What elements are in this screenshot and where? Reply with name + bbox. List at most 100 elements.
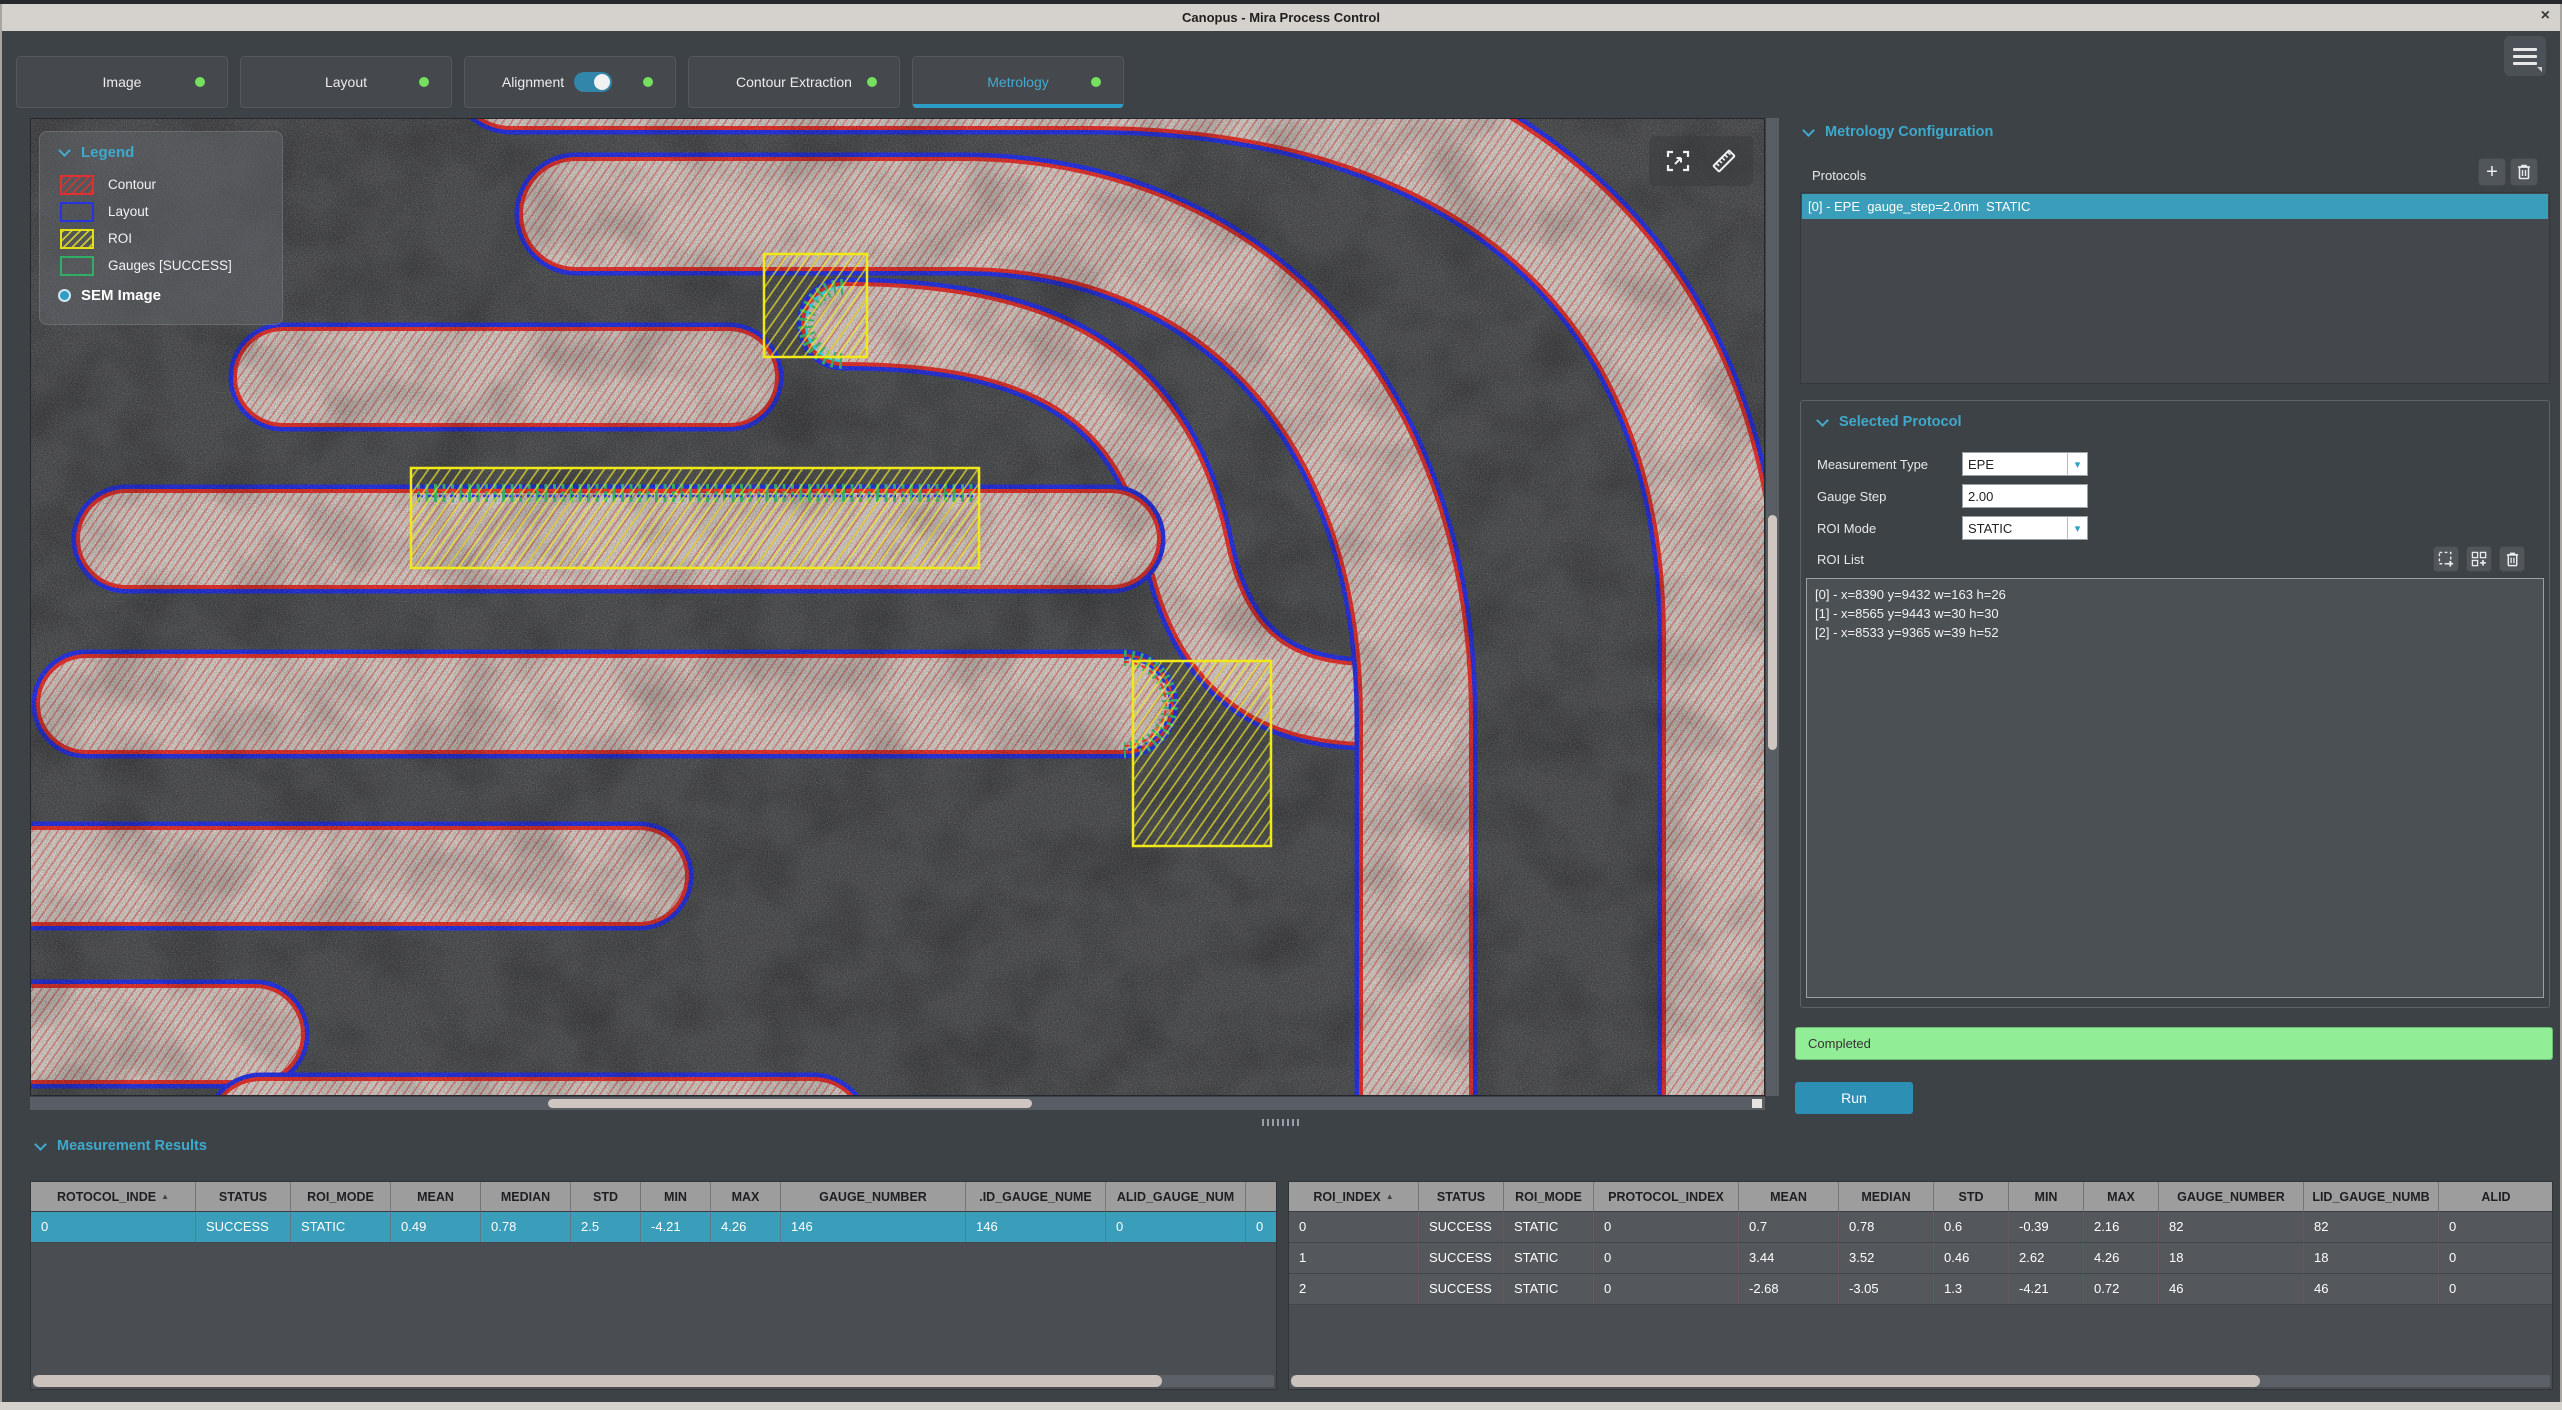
roi-results-table[interactable]: ROI_INDEX ▲ STATUS ROI_MODE PROTOCOL_INDEX ME…: [1288, 1181, 2553, 1390]
table-row[interactable]: 2 SUCCESS STATIC 0 -2.68 -3.05 1.3 -4.21 0.72 46 4…: [1289, 1274, 2552, 1305]
dropdown-arrow-icon[interactable]: ▾: [2067, 453, 2087, 475]
column-header[interactable]: A: [1246, 1182, 1276, 1212]
column-header[interactable]: PROTOCOL_INDEX: [1594, 1182, 1739, 1212]
table-cell: 46: [2159, 1274, 2304, 1304]
scrollbar-thumb[interactable]: [1768, 515, 1777, 750]
chevron-down-icon[interactable]: [58, 144, 71, 157]
table-cell: 3.44: [1739, 1243, 1839, 1273]
table-cell: SUCCESS: [196, 1212, 291, 1242]
roi-list-item[interactable]: [2] - x=8533 y=9365 w=39 h=52: [1815, 623, 2535, 642]
table-cell: 2.5: [571, 1212, 641, 1242]
dropdown-arrow-icon[interactable]: ▾: [2067, 517, 2087, 539]
table-cell: STATIC: [291, 1212, 391, 1242]
radio-dot-icon[interactable]: [58, 289, 71, 302]
legend-panel[interactable]: Legend Contour Layout ROI Gauges [SUCCES…: [39, 131, 283, 325]
table-cell: 46: [2304, 1274, 2439, 1304]
tab-layout[interactable]: Layout: [240, 56, 452, 108]
legend-item-layout: Layout: [60, 198, 268, 225]
column-header[interactable]: MIN: [2009, 1182, 2084, 1212]
table-horizontal-scrollbar[interactable]: [33, 1375, 1274, 1387]
add-roi-grid-button[interactable]: [2466, 546, 2492, 572]
column-header[interactable]: MAX: [711, 1182, 781, 1212]
run-button[interactable]: Run: [1795, 1082, 1913, 1114]
measurement-results-header[interactable]: Measurement Results: [34, 1137, 207, 1154]
delete-protocol-button[interactable]: [2510, 158, 2538, 186]
gauge-step-input[interactable]: [1962, 484, 2088, 508]
table-header-row: ROI_INDEX ▲ STATUS ROI_MODE PROTOCOL_INDEX ME…: [1289, 1182, 2552, 1212]
alignment-toggle[interactable]: [574, 72, 613, 92]
table-cell: -4.21: [2009, 1274, 2084, 1304]
add-roi-button[interactable]: [2433, 546, 2459, 572]
table-horizontal-scrollbar[interactable]: [1291, 1375, 2550, 1387]
measurement-type-select[interactable]: EPE ▾: [1962, 452, 2088, 476]
trash-icon: [2506, 552, 2518, 566]
scrollbar-thumb[interactable]: [548, 1099, 1032, 1108]
selected-protocol-header[interactable]: Selected Protocol: [1816, 413, 1961, 430]
column-header[interactable]: MAX: [2084, 1182, 2159, 1212]
column-header[interactable]: MIN: [641, 1182, 711, 1212]
sem-image-layer-row[interactable]: SEM Image: [58, 287, 268, 304]
column-header[interactable]: ALID_GAUGE_NUM: [1106, 1182, 1246, 1212]
add-protocol-button[interactable]: +: [2478, 158, 2506, 186]
column-header[interactable]: ROI_INDEX ▲: [1289, 1182, 1419, 1212]
table-cell: 0: [1594, 1274, 1739, 1304]
tab-alignment[interactable]: Alignment: [464, 56, 676, 108]
section-title: Measurement Results: [57, 1138, 207, 1154]
roi-list-item[interactable]: [1] - x=8565 y=9443 w=30 h=30: [1815, 604, 2535, 623]
chevron-down-icon[interactable]: [34, 1137, 47, 1151]
fit-view-button[interactable]: [1661, 144, 1695, 178]
tab-metrology[interactable]: Metrology: [912, 56, 1124, 108]
delete-roi-button[interactable]: [2499, 546, 2525, 572]
ruler-button[interactable]: [1707, 144, 1741, 178]
scrollbar-thumb[interactable]: [1291, 1375, 2261, 1387]
column-header[interactable]: MEAN: [391, 1182, 481, 1212]
column-header[interactable]: GAUGE_NUMBER: [781, 1182, 966, 1212]
tab-alignment-label: Alignment: [501, 74, 565, 90]
menu-caret-icon: [2537, 67, 2542, 72]
column-header[interactable]: MEAN: [1739, 1182, 1839, 1212]
table-row[interactable]: 0 SUCCESS STATIC 0 0.7 0.78 0.6 -0.39 2.16 82 82 0: [1289, 1212, 2552, 1243]
scrollbar-thumb[interactable]: [33, 1375, 1163, 1387]
protocol-results-table[interactable]: ROTOCOL_INDE ▲ STATUS ROI_MODE MEAN MEDIAN STD…: [30, 1181, 1277, 1390]
chevron-down-icon[interactable]: [1802, 123, 1815, 137]
roi-mode-select[interactable]: STATIC ▾: [1962, 516, 2088, 540]
viewer-horizontal-scrollbar[interactable]: [30, 1097, 1765, 1110]
roi-list-item[interactable]: [0] - x=8390 y=9432 w=163 h=26: [1815, 585, 2535, 604]
hamburger-menu-button[interactable]: [2504, 36, 2546, 76]
column-header[interactable]: LID_GAUGE_NUMB: [2304, 1182, 2439, 1212]
column-header[interactable]: MEDIAN: [1839, 1182, 1934, 1212]
close-icon[interactable]: ×: [2541, 7, 2550, 25]
table-row[interactable]: 0 SUCCESS STATIC 0.49 0.78 2.5 -4.21 4.26 146 146…: [31, 1212, 1276, 1243]
table-cell: 0: [1106, 1212, 1246, 1242]
table-cell: 1.3: [1934, 1274, 2009, 1304]
column-header[interactable]: GAUGE_NUMBER: [2159, 1182, 2304, 1212]
dashed-rect-add-icon: [2438, 551, 2453, 567]
sem-image-viewer[interactable]: .lay{stroke:#2431e8;fill:none;stroke-lin…: [30, 118, 1765, 1096]
status-dot-green: [195, 77, 205, 87]
metrology-configuration-header[interactable]: Metrology Configuration: [1802, 123, 1993, 140]
chevron-down-icon[interactable]: [1816, 413, 1829, 427]
column-header[interactable]: ROI_MODE: [1504, 1182, 1594, 1212]
viewer-vertical-scrollbar[interactable]: [1766, 118, 1779, 1096]
splitter-handle[interactable]: [1262, 1119, 1300, 1126]
column-header[interactable]: STD: [571, 1182, 641, 1212]
titlebar[interactable]: Canopus - Mira Process Control ×: [0, 4, 2562, 31]
column-header[interactable]: STATUS: [1419, 1182, 1504, 1212]
table-cell: 146: [966, 1212, 1106, 1242]
protocol-list[interactable]: [0] - EPE gauge_step=2.0nm STATIC: [1800, 192, 2550, 384]
roi-list[interactable]: [0] - x=8390 y=9432 w=163 h=26 [1] - x=8…: [1806, 578, 2544, 998]
column-header[interactable]: STATUS: [196, 1182, 291, 1212]
column-header[interactable]: ROTOCOL_INDE ▲: [31, 1182, 196, 1212]
table-cell: 0: [1246, 1212, 1276, 1242]
column-header[interactable]: ALID: [2439, 1182, 2552, 1212]
protocol-list-item-selected[interactable]: [0] - EPE gauge_step=2.0nm STATIC: [1802, 194, 2548, 219]
column-header[interactable]: MEDIAN: [481, 1182, 571, 1212]
column-header[interactable]: .ID_GAUGE_NUME: [966, 1182, 1106, 1212]
column-header[interactable]: STD: [1934, 1182, 2009, 1212]
table-row[interactable]: 1 SUCCESS STATIC 0 3.44 3.52 0.46 2.62 4.26 18 18 0: [1289, 1243, 2552, 1274]
tab-image[interactable]: Image: [16, 56, 228, 108]
fit-view-icon: [1666, 150, 1690, 172]
table-header-row: ROTOCOL_INDE ▲ STATUS ROI_MODE MEAN MEDIAN STD…: [31, 1182, 1276, 1212]
column-header[interactable]: ROI_MODE: [291, 1182, 391, 1212]
tab-contour-extraction[interactable]: Contour Extraction: [688, 56, 900, 108]
